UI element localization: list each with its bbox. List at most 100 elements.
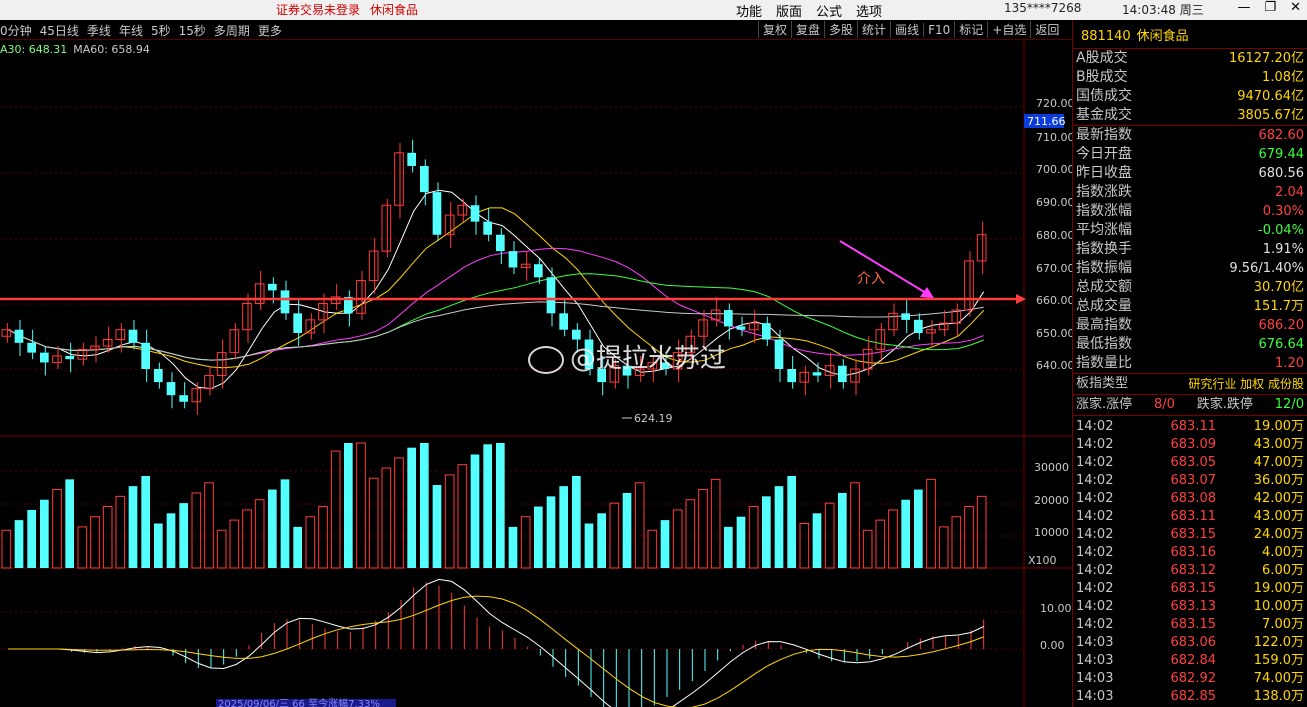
period-quarter[interactable]: 季线 xyxy=(87,24,111,38)
tick-time: 14:03 xyxy=(1076,671,1114,686)
candle-down xyxy=(407,152,416,166)
tool-replay[interactable]: 复盘 xyxy=(791,21,824,38)
price-tick: 680.00 xyxy=(1036,229,1072,242)
tick-price: 683.07 xyxy=(1170,473,1217,488)
volume-bar xyxy=(420,443,429,568)
tick-time: 14:02 xyxy=(1076,545,1114,560)
candle-down xyxy=(179,395,188,402)
tick-time: 14:02 xyxy=(1076,419,1114,434)
volume-bar xyxy=(318,506,328,569)
candles-group xyxy=(1,139,987,415)
tool-add-watchlist[interactable]: +自选 xyxy=(987,21,1030,38)
weibo-icon xyxy=(528,345,564,374)
pointer-arrow-icon xyxy=(920,287,934,298)
menu-options[interactable]: 选项 xyxy=(856,5,882,20)
candle-up xyxy=(305,319,316,334)
volume-bar xyxy=(976,495,987,569)
stat-row: 总成交额 30.70亿 xyxy=(1073,278,1307,297)
macd-tick: 10.00 xyxy=(1040,602,1072,615)
period-5sec[interactable]: 5秒 xyxy=(151,24,171,38)
stat-row: 今日开盘 679.44 xyxy=(1073,145,1307,164)
candle-down xyxy=(65,355,74,360)
tick-time: 14:03 xyxy=(1076,635,1114,650)
candle-down xyxy=(470,205,480,222)
tick-list[interactable]: 14:02 683.11 19.00万 14:02 683.09 43.00万 14:02 6… xyxy=(1073,416,1307,706)
volume-bar xyxy=(584,523,594,568)
user-account[interactable]: 135****7268 xyxy=(1004,1,1081,15)
candle-down xyxy=(280,290,290,314)
volume-bar xyxy=(470,454,480,568)
board-name: 休闲食品 xyxy=(1136,29,1189,44)
candle-down xyxy=(724,310,733,327)
stat-value: 9470.64亿 xyxy=(1237,89,1304,104)
tool-stats[interactable]: 统计 xyxy=(857,21,890,38)
volume-bar xyxy=(254,499,265,569)
tick-volume: 43.00万 xyxy=(1253,509,1304,524)
rise-value: 8/0 xyxy=(1154,397,1175,412)
tick-row: 14:02 683.13 10.00万 xyxy=(1073,598,1307,616)
tool-f10[interactable]: F10 xyxy=(923,23,954,37)
stat-label: 最低指数 xyxy=(1076,336,1132,352)
period-more[interactable]: 更多 xyxy=(258,24,282,38)
tick-time: 14:02 xyxy=(1076,509,1114,524)
candle-up xyxy=(394,152,404,206)
annotation-label: 介入 xyxy=(857,271,885,287)
volume-bar xyxy=(850,482,860,569)
watermark: @提拉米苏过 xyxy=(528,338,726,375)
stat-value: 1.08亿 xyxy=(1262,70,1304,85)
menu-layout[interactable]: 版面 xyxy=(776,5,802,20)
volume-bar xyxy=(27,509,36,568)
price-tick: 650.00 xyxy=(1036,327,1072,340)
candle-up xyxy=(964,260,974,311)
candle-down xyxy=(901,313,910,320)
ma-line-ma60 xyxy=(8,301,984,361)
price-tick: 640.00 xyxy=(1036,359,1072,372)
volume-bar xyxy=(128,486,138,568)
clock: 14:03:48 周三 xyxy=(1122,3,1204,17)
tick-row: 14:02 683.11 19.00万 xyxy=(1073,418,1307,436)
stat-label: 指数涨跌 xyxy=(1076,184,1132,200)
candle-up xyxy=(52,355,62,363)
macd-group xyxy=(8,578,985,707)
menu-formula[interactable]: 公式 xyxy=(816,5,842,20)
candle-down xyxy=(787,369,796,383)
period-45day[interactable]: 45日线 xyxy=(40,24,79,38)
tick-row: 14:03 682.85 138.0万 xyxy=(1073,688,1307,706)
volume-bar xyxy=(926,478,936,569)
period-15sec[interactable]: 15秒 xyxy=(179,24,206,38)
tool-mark[interactable]: 标记 xyxy=(954,21,987,38)
board-type-label: 板指类型 xyxy=(1076,376,1129,391)
tick-row: 14:02 683.15 24.00万 xyxy=(1073,526,1307,544)
minimize-icon[interactable]: — xyxy=(1237,0,1250,15)
candle-down xyxy=(914,319,923,333)
macd-dif-line xyxy=(8,578,984,707)
tool-back[interactable]: 返回 xyxy=(1030,21,1063,38)
tick-price: 683.05 xyxy=(1170,455,1217,470)
volume-bar xyxy=(660,520,670,568)
period-year[interactable]: 年线 xyxy=(119,24,143,38)
close-icon[interactable]: ✕ xyxy=(1290,0,1301,15)
menu-function[interactable]: 功能 xyxy=(736,5,762,20)
volume-bar xyxy=(65,479,74,568)
period-10min[interactable]: 0分钟 xyxy=(0,24,32,38)
maximize-icon[interactable]: ❐ xyxy=(1264,0,1276,15)
low-mark-label: 624.19 xyxy=(634,412,673,425)
volume-bar xyxy=(888,509,898,569)
volume-bar xyxy=(875,519,886,569)
tool-draw[interactable]: 画线 xyxy=(890,21,923,38)
stat-label: 平均涨幅 xyxy=(1076,222,1132,238)
volume-bar xyxy=(457,464,468,569)
stat-row: 最高指数 686.20 xyxy=(1073,316,1307,335)
period-multi[interactable]: 多周期 xyxy=(214,24,250,38)
tick-time: 14:02 xyxy=(1076,527,1114,542)
candle-down xyxy=(14,329,24,343)
volume-bar xyxy=(77,526,88,569)
chart-toolbar: 0分钟 45日线 季线 年线 5秒 15秒 多周期 更多 复权 复盘 多股 统计 画线 F10 标记 +自选… xyxy=(0,20,1072,40)
tool-multistock[interactable]: 多股 xyxy=(824,21,857,38)
stat-row: 指数换手 1.91% xyxy=(1073,240,1307,259)
volume-bar xyxy=(508,526,518,568)
tool-adjust[interactable]: 复权 xyxy=(758,21,791,38)
volume-bar xyxy=(40,499,49,568)
stat-label: 国债成交 xyxy=(1076,88,1132,104)
stat-value: 682.60 xyxy=(1258,128,1305,143)
